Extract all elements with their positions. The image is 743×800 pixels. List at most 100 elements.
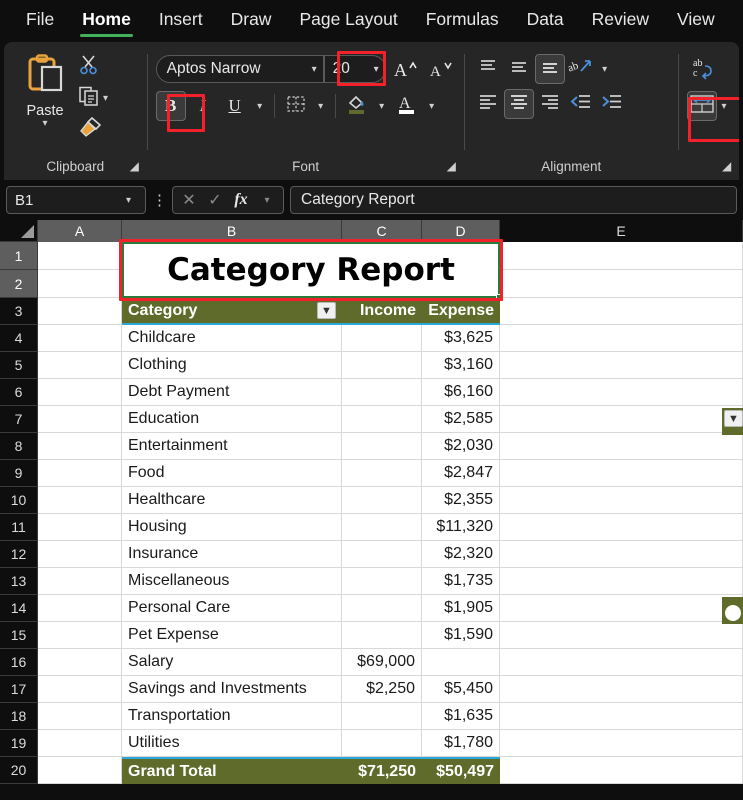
row-header-7[interactable]: 7 xyxy=(0,406,38,433)
fill-color-button[interactable] xyxy=(342,91,372,121)
align-middle-button[interactable] xyxy=(504,54,534,84)
align-center-button[interactable] xyxy=(503,89,534,119)
cell-expense-16[interactable] xyxy=(422,649,500,676)
cell-a2[interactable] xyxy=(38,270,122,298)
row-header-20[interactable]: 20 xyxy=(0,757,38,784)
italic-button[interactable]: I xyxy=(188,91,218,121)
chevron-down-icon[interactable]: ▾ xyxy=(717,91,731,121)
tab-insert[interactable]: Insert xyxy=(147,3,215,39)
cell-category-18[interactable]: Transportation xyxy=(122,703,342,730)
insert-function-icon[interactable]: fx xyxy=(229,188,253,212)
align-left-button[interactable] xyxy=(473,89,503,119)
font-size-combo[interactable]: 20 ▾ xyxy=(323,55,386,83)
formula-input[interactable]: Category Report xyxy=(290,186,737,214)
cell-category-16[interactable]: Salary xyxy=(122,649,342,676)
font-name-combo[interactable]: Aptos Narrow ▾ xyxy=(155,55,324,83)
cell-income-15[interactable] xyxy=(342,622,422,649)
cell-category-15[interactable]: Pet Expense xyxy=(122,622,342,649)
cell-income-6[interactable] xyxy=(342,379,422,406)
merge-and-center-button[interactable] xyxy=(687,91,717,121)
cell-e18[interactable] xyxy=(500,703,743,730)
row-header-3[interactable]: 3 xyxy=(0,298,38,325)
cancel-icon[interactable]: ✕ xyxy=(177,188,201,212)
table-header-category[interactable]: Category ▼ xyxy=(122,298,342,325)
cell-a20[interactable] xyxy=(38,757,122,784)
cell-a18[interactable] xyxy=(38,703,122,730)
cell-income-7[interactable] xyxy=(342,406,422,433)
row-header-4[interactable]: 4 xyxy=(0,325,38,352)
cell-income-16[interactable]: $69,000 xyxy=(342,649,422,676)
copy-button[interactable]: ▾ xyxy=(78,85,108,112)
cell-a12[interactable] xyxy=(38,541,122,568)
row-header-2[interactable]: 2 xyxy=(0,270,38,298)
cell-e14[interactable] xyxy=(500,595,743,622)
dialog-launcher-icon[interactable]: ◢ xyxy=(130,160,143,173)
cell-expense-14[interactable]: $1,905 xyxy=(422,595,500,622)
cell-a3[interactable] xyxy=(38,298,122,325)
chevron-down-icon[interactable]: ▾ xyxy=(42,119,47,129)
cell-category-19[interactable]: Utilities xyxy=(122,730,342,757)
cell-a7[interactable] xyxy=(38,406,122,433)
row-header-5[interactable]: 5 xyxy=(0,352,38,379)
cell-e17[interactable] xyxy=(500,676,743,703)
more-options-icon[interactable]: ⋮ xyxy=(152,191,167,209)
row-header-1[interactable]: 1 xyxy=(0,242,38,270)
cell-e15[interactable] xyxy=(500,622,743,649)
enter-icon[interactable]: ✓ xyxy=(203,188,227,212)
table-header-expense[interactable]: Expense xyxy=(422,298,500,325)
cell-a6[interactable] xyxy=(38,379,122,406)
cell-expense-11[interactable]: $11,320 xyxy=(422,514,500,541)
format-painter-button[interactable] xyxy=(78,116,108,143)
cell-e5[interactable] xyxy=(500,352,743,379)
cell-a10[interactable] xyxy=(38,487,122,514)
cell-e4[interactable] xyxy=(500,325,743,352)
bold-button[interactable]: B xyxy=(155,91,186,121)
row-header-17[interactable]: 17 xyxy=(0,676,38,703)
cell-a9[interactable] xyxy=(38,460,122,487)
filter-icon[interactable]: ▼ xyxy=(317,302,336,319)
cell-e8[interactable] xyxy=(500,433,743,460)
row-header-19[interactable]: 19 xyxy=(0,730,38,757)
row-header-14[interactable]: 14 xyxy=(0,595,38,622)
cell-a8[interactable] xyxy=(38,433,122,460)
cell-a14[interactable] xyxy=(38,595,122,622)
tab-file[interactable]: File xyxy=(14,3,66,39)
cell-expense-5[interactable]: $3,160 xyxy=(422,352,500,379)
row-header-11[interactable]: 11 xyxy=(0,514,38,541)
merged-title-cell[interactable]: Category Report xyxy=(122,242,500,298)
decrease-indent-button[interactable] xyxy=(566,89,596,119)
cell-category-10[interactable]: Healthcare xyxy=(122,487,342,514)
dialog-launcher-icon[interactable]: ◢ xyxy=(447,160,460,173)
filter-icon[interactable]: ▼ xyxy=(724,410,743,427)
cell-category-17[interactable]: Savings and Investments xyxy=(122,676,342,703)
cell-income-18[interactable] xyxy=(342,703,422,730)
cell-income-19[interactable] xyxy=(342,730,422,757)
tab-view[interactable]: View xyxy=(665,3,727,39)
tab-review[interactable]: Review xyxy=(580,3,661,39)
increase-indent-button[interactable] xyxy=(597,89,627,119)
cell-expense-17[interactable]: $5,450 xyxy=(422,676,500,703)
cell-category-8[interactable]: Entertainment xyxy=(122,433,342,460)
borders-button[interactable] xyxy=(281,91,311,121)
total-expense[interactable]: $50,497 xyxy=(422,757,500,784)
column-header-a[interactable]: A xyxy=(38,220,122,242)
cell-e2[interactable] xyxy=(500,270,743,298)
row-header-10[interactable]: 10 xyxy=(0,487,38,514)
cell-expense-9[interactable]: $2,847 xyxy=(422,460,500,487)
align-bottom-button[interactable] xyxy=(534,54,565,84)
chevron-down-icon[interactable]: ▾ xyxy=(368,64,385,75)
cell-a15[interactable] xyxy=(38,622,122,649)
cut-button[interactable] xyxy=(78,54,108,81)
cell-expense-19[interactable]: $1,780 xyxy=(422,730,500,757)
cell-income-4[interactable] xyxy=(342,325,422,352)
cell-category-14[interactable]: Personal Care xyxy=(122,595,342,622)
cell-expense-8[interactable]: $2,030 xyxy=(422,433,500,460)
cell-expense-15[interactable]: $1,590 xyxy=(422,622,500,649)
cell-a17[interactable] xyxy=(38,676,122,703)
chevron-down-icon[interactable]: ▾ xyxy=(120,195,137,206)
select-all-corner[interactable] xyxy=(0,220,38,242)
cell-e7[interactable] xyxy=(500,406,743,433)
cell-a1[interactable] xyxy=(38,242,122,270)
chevron-down-icon[interactable]: ▾ xyxy=(597,54,613,84)
table-header-income[interactable]: Income xyxy=(342,298,422,325)
